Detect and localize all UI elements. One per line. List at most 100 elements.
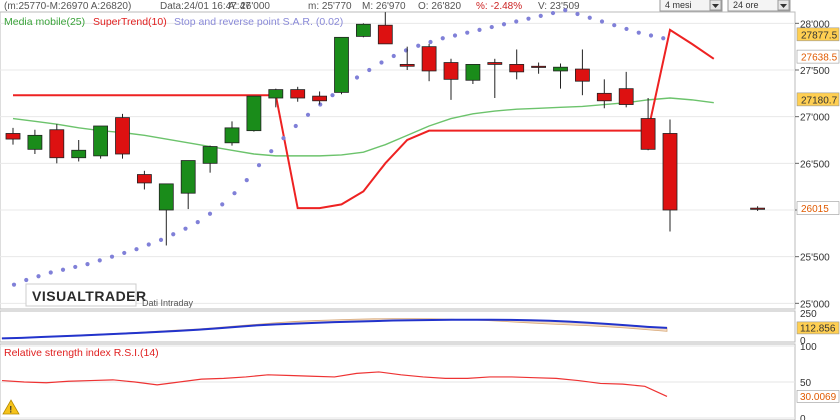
sar-dot <box>587 15 592 20</box>
candle-body <box>509 64 525 73</box>
sar-dot <box>526 16 531 21</box>
quote-min: m: 25'770 <box>308 1 352 12</box>
sar-dot <box>207 211 213 216</box>
sar-dot <box>281 136 286 141</box>
sar-dot <box>11 282 17 287</box>
sar-dot <box>220 202 225 207</box>
candle-body <box>421 46 437 72</box>
sar-dot <box>379 60 384 65</box>
candle-body <box>268 89 284 99</box>
price-tag: 27180.7 <box>796 92 840 106</box>
candle-body <box>224 127 240 144</box>
candle-body <box>531 65 546 68</box>
legend-sar: Stop and reverse point S.A.R. (0.02) <box>174 16 343 28</box>
sar-dot <box>256 163 262 168</box>
candle-body <box>49 129 65 159</box>
sar-dot <box>24 277 29 283</box>
sar-dot <box>612 23 617 28</box>
rsi-tick-label: 100 <box>800 342 817 353</box>
sar-dot <box>563 8 568 13</box>
candle-body <box>355 23 371 37</box>
timeframe-select[interactable]: 24 ore <box>727 0 791 12</box>
osc-tick-label: 250 <box>800 309 817 320</box>
logo-text: VISUALTRADER <box>32 288 147 304</box>
price-tag: 26015 <box>796 201 840 215</box>
rsi-tag-value: 30.0069 <box>800 392 837 403</box>
sar-dot <box>73 264 78 270</box>
candle-body <box>443 62 459 80</box>
candle-body <box>553 66 568 72</box>
sar-dot <box>477 27 482 32</box>
rsi-y-axis: 100 50 0 <box>800 342 817 420</box>
sar-dot <box>36 274 41 279</box>
sar-dot <box>318 102 323 107</box>
visualtrader-logo: VISUALTRADER <box>25 283 147 307</box>
y-tick-label: 26'500 <box>800 159 830 170</box>
price-tag-value: 27638.5 <box>801 53 838 64</box>
sar-dot <box>428 39 433 45</box>
legend-supertrend: SuperTrend(10) <box>93 16 167 28</box>
y-tick-label: 27'500 <box>800 66 830 77</box>
candle-body <box>246 95 262 132</box>
y-tick-label: 25'500 <box>800 253 830 264</box>
sar-dot <box>97 258 102 263</box>
sar-dot <box>48 270 53 275</box>
sar-dot <box>514 19 519 24</box>
sar-dot <box>465 30 470 35</box>
candle-body <box>93 125 108 157</box>
sar-dot <box>501 22 507 27</box>
candle-body <box>575 68 590 82</box>
sar-dot <box>146 242 151 247</box>
sar-dot <box>367 67 372 73</box>
period-select-value: 4 mesi <box>665 0 692 10</box>
sar-dot <box>648 33 654 38</box>
candle-body <box>487 62 503 65</box>
quote-volume: V: 23'509 <box>538 1 580 12</box>
rsi-tick-label: 50 <box>800 378 812 389</box>
sar-dot <box>550 10 556 16</box>
sar-dot <box>624 26 629 32</box>
sar-dot <box>293 123 298 129</box>
candle-body <box>596 92 612 102</box>
timeframe-select-value: 24 ore <box>733 0 759 10</box>
candle-body <box>399 64 415 67</box>
candle-body <box>290 89 306 99</box>
candle-body <box>640 118 656 150</box>
sar-dot <box>354 75 360 80</box>
sar-dot <box>85 262 90 267</box>
candle-body <box>136 174 152 184</box>
candle-body <box>334 36 349 93</box>
sar-dot <box>489 24 494 30</box>
sar-dot <box>244 178 249 183</box>
svg-text:!: ! <box>9 405 12 415</box>
price-tag: 27877.5 <box>796 27 840 41</box>
candle-body <box>465 64 481 81</box>
legend-rsi: Relative strength index R.S.I.(14) <box>4 347 159 359</box>
candle-body <box>5 133 21 140</box>
sar-dot <box>305 112 311 117</box>
sar-dot <box>391 53 396 59</box>
sar-dot <box>416 43 421 48</box>
sar-dot <box>158 237 164 242</box>
candle <box>93 125 108 159</box>
sar-dot <box>538 13 543 18</box>
stock-chart: (m:25770-M:26970 A:26820) Data:24/01 16:… <box>0 0 840 420</box>
candle <box>115 113 130 159</box>
sar-dot <box>330 93 335 98</box>
candle-body <box>158 183 174 211</box>
candle-body <box>180 160 196 194</box>
sar-dot <box>575 11 580 17</box>
rsi-tick-label: 0 <box>800 414 806 420</box>
y-tick-label: 27'000 <box>800 113 830 124</box>
quote-pct: %: -2.48% <box>476 1 522 12</box>
price-tag-value: 26015 <box>801 204 829 215</box>
price-tag-value: 27877.5 <box>801 30 838 41</box>
period-select[interactable]: 4 mesi <box>659 0 723 12</box>
candle <box>49 124 65 164</box>
price-tag: 27638.5 <box>796 49 840 64</box>
candle-body <box>115 117 130 155</box>
sar-dot <box>452 33 458 38</box>
quote-max: M: 26'970 <box>362 1 406 12</box>
sar-dot <box>599 19 605 24</box>
sar-dot <box>122 250 127 256</box>
